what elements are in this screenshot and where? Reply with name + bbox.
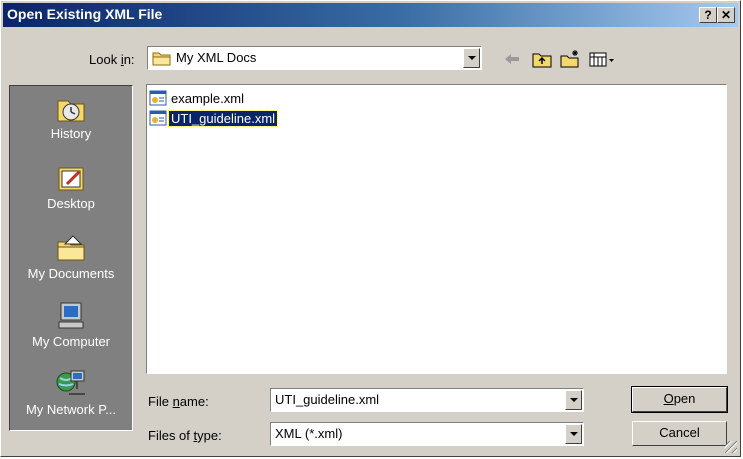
file-type-label: Files of type:	[148, 428, 222, 443]
file-type-select[interactable]: XML (*.xml)	[270, 422, 584, 446]
folder-icon	[152, 52, 171, 66]
file-name-label: File name:	[148, 394, 209, 409]
resize-grip[interactable]	[725, 441, 737, 453]
look-in-value: My XML Docs	[176, 50, 257, 65]
place-my-computer[interactable]: My Computer	[10, 300, 132, 349]
place-history-label: History	[50, 126, 92, 141]
list-item-selected[interactable]: UTI_guideline.xml	[149, 109, 279, 127]
back-arrow-icon[interactable]	[501, 49, 523, 69]
place-my-network-label: My Network P...	[25, 402, 117, 417]
place-history[interactable]: History	[10, 92, 132, 141]
look-in-dropdown-button[interactable]	[463, 48, 480, 68]
up-folder-icon[interactable]	[531, 49, 553, 69]
file-type-dropdown-button[interactable]	[565, 424, 582, 444]
my-computer-icon	[58, 302, 84, 329]
help-button[interactable]: ?	[699, 7, 717, 23]
place-my-documents[interactable]: My Documents	[10, 232, 132, 281]
place-my-documents-label: My Documents	[27, 266, 115, 281]
xml-file-icon	[149, 110, 167, 126]
file-name: example.xml	[171, 90, 244, 106]
open-button[interactable]: Open	[631, 386, 728, 413]
look-in-dropdown[interactable]: My XML Docs	[147, 46, 482, 70]
close-button[interactable]: ✕	[717, 7, 735, 23]
open-file-dialog: Open Existing XML File ? ✕ Look in: My X…	[0, 0, 741, 457]
network-places-icon	[56, 370, 85, 395]
file-name-input[interactable]: UTI_guideline.xml	[270, 388, 584, 412]
file-type-value: XML (*.xml)	[275, 426, 343, 441]
my-documents-icon	[57, 235, 85, 261]
list-item[interactable]: example.xml	[149, 89, 246, 107]
title-bar[interactable]: Open Existing XML File ? ✕	[3, 3, 738, 27]
place-desktop[interactable]: Desktop	[10, 162, 132, 211]
file-list[interactable]: example.xml UTI_guideline.xml	[146, 84, 727, 374]
history-icon	[57, 100, 85, 122]
new-folder-icon[interactable]	[559, 49, 581, 69]
places-bar: History Desktop My Documents My Computer…	[9, 85, 133, 431]
desktop-icon	[58, 167, 84, 191]
look-in-label: Look in:	[89, 52, 135, 67]
cancel-button[interactable]: Cancel	[632, 421, 727, 446]
place-my-computer-label: My Computer	[31, 334, 111, 349]
view-menu-icon[interactable]	[588, 49, 618, 69]
place-my-network[interactable]: My Network P...	[10, 368, 132, 417]
window-title: Open Existing XML File	[7, 6, 163, 22]
file-name: UTI_guideline.xml	[167, 109, 279, 127]
place-desktop-label: Desktop	[47, 196, 95, 211]
file-name-dropdown-button[interactable]	[565, 390, 582, 410]
file-name-value: UTI_guideline.xml	[275, 392, 380, 407]
xml-file-icon	[149, 90, 167, 106]
